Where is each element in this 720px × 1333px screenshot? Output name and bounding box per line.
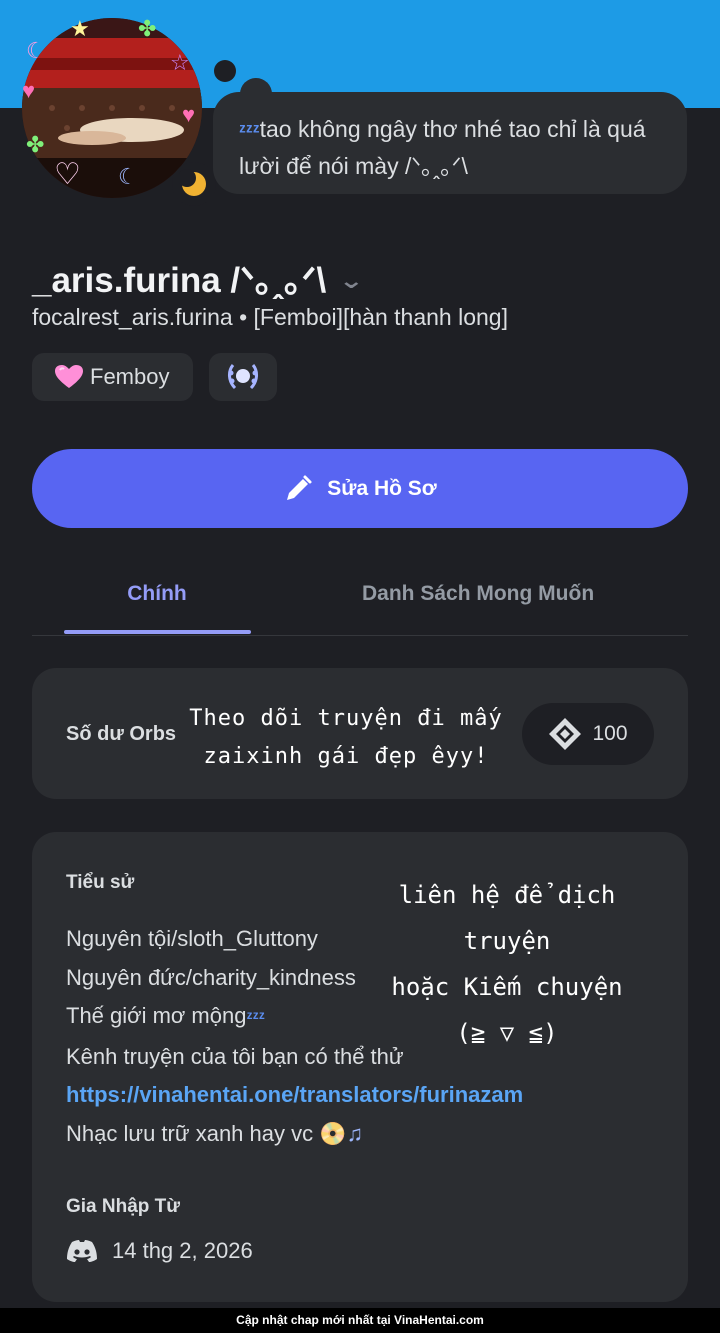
username-line: focalrest_aris.furina • [Femboi][hàn tha…: [32, 304, 508, 330]
star-outline-deco-icon: ☆: [170, 50, 190, 75]
pink-heart-icon: [55, 365, 83, 388]
orb-icon: [549, 718, 582, 750]
idle-status-icon: [172, 162, 216, 206]
pencil-icon: [287, 475, 312, 500]
music-note-icon: ♫: [346, 1120, 364, 1146]
clover-deco-icon: ✤: [26, 132, 45, 157]
custom-status-text: tao không ngây thơ nhé tao chỉ là quá lư…: [239, 116, 646, 179]
bio-overlay-note: liên hệ để dịch truyện hoặc Kiếm chuyện …: [352, 872, 662, 1056]
discord-icon: [67, 1240, 97, 1262]
profile-tabs: Chính Danh Sách Mong Muốn: [32, 560, 688, 636]
laurel-badge-icon: [228, 364, 259, 390]
orbs-label: Số dư Orbs: [66, 723, 177, 745]
badge-laurel[interactable]: [209, 353, 278, 401]
orbs-overlay-note: Theo dõi truyện đi mấy zaixinh gái đẹp ê…: [176, 700, 516, 776]
badge-label: Femboy: [90, 364, 170, 389]
badge-femboy[interactable]: Femboy: [32, 353, 194, 401]
chevron-down-icon[interactable]: ⌄: [339, 268, 365, 294]
about-card: Tiểu sử Nguyên tội/sloth_Gluttony Nguyên…: [32, 832, 688, 1302]
custom-status-bubble[interactable]: ᶻᶻᶻtao không ngây thơ nhé tao chỉ là quá…: [213, 92, 687, 194]
bio-note-line: hoặc Kiếm chuyện: [391, 973, 623, 1001]
active-tab-indicator: [64, 630, 251, 634]
bio-title: Tiểu sử: [66, 872, 135, 893]
orbs-balance-card: Số dư Orbs Theo dõi truyện đi mấy zaixin…: [32, 668, 688, 799]
tab-wishlist[interactable]: Danh Sách Mong Muốn: [362, 582, 594, 606]
moon-deco-icon: ☾: [118, 164, 138, 189]
orbs-note-line: Theo dõi truyện đi mấy: [189, 706, 503, 731]
bio-line: Nhạc lưu trữ xanh hay vc 📀♫: [66, 1120, 364, 1146]
watermark-footer: Cập nhật chap mới nhất tại VinaHentai.co…: [0, 1308, 720, 1333]
clover-deco-icon: ✤: [138, 16, 157, 41]
display-name[interactable]: _aris.furina /ᐠ｡ꞈ｡ᐟ\ ⌄: [32, 252, 364, 303]
bio-note-line: (≧ ▽ ≦): [456, 1019, 558, 1047]
heart-outline-deco-icon: ♡: [54, 158, 81, 191]
edit-profile-label: Sửa Hồ Sơ: [327, 476, 437, 500]
star-deco-icon: ★: [70, 16, 90, 41]
moon-deco-icon: ☾: [26, 38, 46, 63]
badge-row: Femboy: [32, 353, 278, 401]
heart-deco-icon: ♥: [22, 78, 36, 103]
avatar-with-decoration[interactable]: ☾ ★ ✤ ☆ ♥ ♥ ✤ ♡ ☾: [18, 14, 216, 206]
orbs-balance-pill[interactable]: 100: [522, 703, 654, 765]
bio-note-line: liên hệ để dịch truyện: [398, 881, 616, 955]
bubble-tail-dot: [214, 60, 236, 82]
orbs-note-line: zaixinh gái đẹp êyy!: [203, 744, 489, 769]
joined-title: Gia Nhập Từ: [66, 1196, 181, 1217]
zzz-icon: ᶻᶻᶻ: [246, 1008, 265, 1027]
disc-icon: 📀: [319, 1120, 347, 1146]
joined-row: 14 thg 2, 2026: [66, 1238, 253, 1264]
display-name-text: _aris.furina /ᐠ｡ꞈ｡ᐟ\: [32, 261, 327, 300]
edit-profile-button[interactable]: Sửa Hồ Sơ: [32, 449, 688, 528]
joined-date: 14 thg 2, 2026: [112, 1238, 253, 1263]
orbs-value: 100: [592, 722, 628, 745]
bio-link[interactable]: https://vinahentai.one/translators/furin…: [66, 1076, 523, 1115]
zzz-icon: ᶻᶻᶻ: [239, 121, 260, 142]
tab-main[interactable]: Chính: [64, 582, 250, 606]
heart-deco-icon: ♥: [182, 102, 196, 127]
